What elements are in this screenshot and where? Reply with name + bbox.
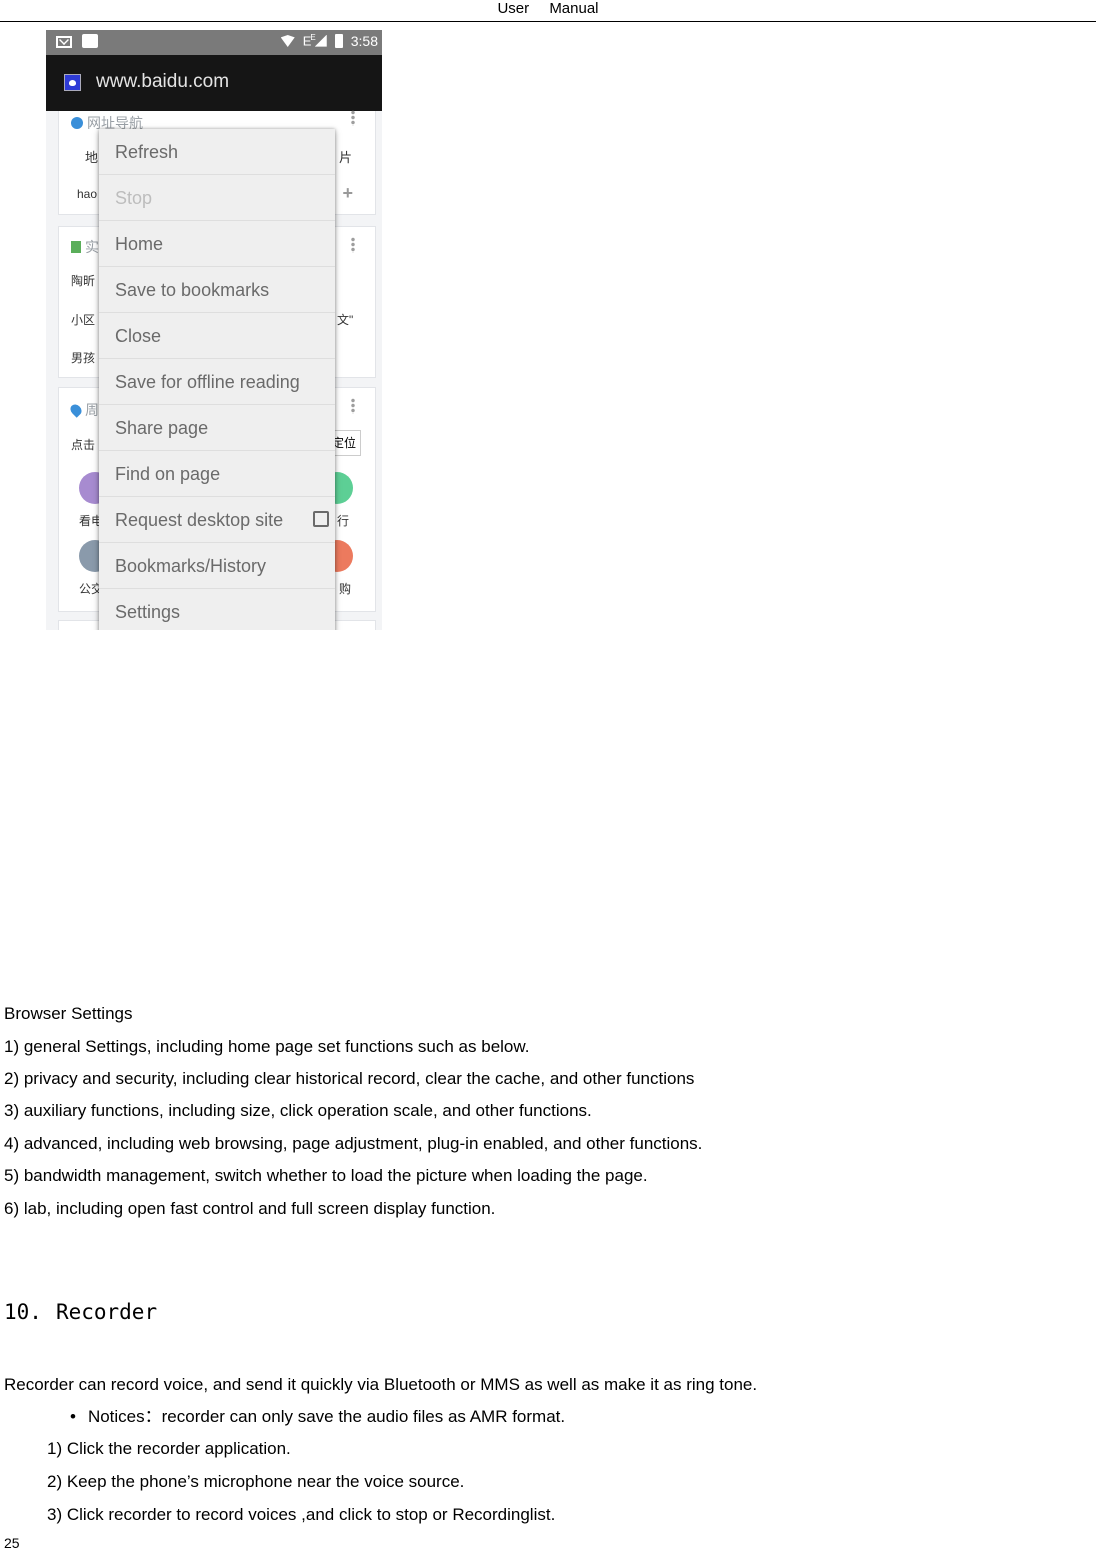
card-fragment: 陶昕: [71, 274, 96, 288]
card-fragment: 片: [339, 150, 353, 165]
add-icon[interactable]: +: [342, 183, 353, 204]
notice-text: Notices：recorder can only save the audio…: [87, 1407, 566, 1426]
menu-item-label: Request desktop site: [115, 510, 284, 530]
card-fragment: 购: [339, 582, 352, 596]
section-number: 10.: [4, 1300, 42, 1324]
browser-overflow-menu: Refresh Stop Home Save to bookmarks Clos…: [99, 129, 335, 630]
browser-settings-item: 1) general Settings, including home page…: [4, 1037, 530, 1056]
recorder-intro: Recorder can record voice, and send it q…: [4, 1375, 758, 1394]
card-title: 实: [85, 239, 99, 255]
browser-settings-item: 6) lab, including open fast control and …: [4, 1199, 496, 1218]
message-icon: [82, 34, 98, 48]
menu-item-save-to-bookmarks[interactable]: Save to bookmarks: [99, 267, 335, 313]
recorder-step: 2) Keep the phone’s microphone near the …: [47, 1472, 465, 1491]
recorder-step: 1) Click the recorder application.: [47, 1439, 291, 1458]
battery-icon: [334, 34, 343, 48]
browser-settings-item: 4) advanced, including web browsing, pag…: [4, 1134, 703, 1153]
signal-icon: EE: [303, 33, 327, 49]
menu-item-find-on-page[interactable]: Find on page: [99, 451, 335, 497]
card-fragment: 文": [337, 313, 354, 327]
menu-item-refresh[interactable]: Refresh: [99, 129, 335, 175]
recorder-notice: • Notices：recorder can only save the audi…: [70, 1407, 566, 1427]
menu-item-settings[interactable]: Settings: [99, 589, 335, 630]
mail-icon: [56, 36, 72, 48]
location-pin-icon: [68, 402, 84, 418]
browser-settings-item: 5) bandwidth management, switch whether …: [4, 1166, 648, 1185]
card-fragment: 点击: [71, 438, 96, 452]
status-bar: EE 3:58: [46, 30, 382, 55]
recorder-step: 3) Click recorder to record voices ,and …: [47, 1505, 556, 1524]
browser-settings-item: 2) privacy and security, including clear…: [4, 1069, 695, 1088]
url-bar[interactable]: www.baidu.com: [46, 55, 382, 111]
menu-item-save-offline[interactable]: Save for offline reading: [99, 359, 335, 405]
menu-item-share-page[interactable]: Share page: [99, 405, 335, 451]
menu-item-close[interactable]: Close: [99, 313, 335, 359]
menu-item-stop: Stop: [99, 175, 335, 221]
phone-screenshot: EE 3:58 www.baidu.com 网址导航 地 hao 片 + 实 陶…: [46, 30, 382, 630]
section-heading-recorder: 10. Recorder: [4, 1300, 157, 1324]
card-fragment: hao: [77, 187, 98, 201]
header-left: User: [497, 0, 530, 17]
menu-item-home[interactable]: Home: [99, 221, 335, 267]
checkbox-icon[interactable]: [313, 511, 329, 527]
header-right: Manual: [549, 0, 599, 17]
card-fragment: 小区: [71, 313, 96, 327]
url-text[interactable]: www.baidu.com: [96, 71, 229, 93]
clock: 3:58: [350, 33, 378, 49]
browser-settings-title: Browser Settings: [4, 1004, 133, 1023]
more-options-icon[interactable]: [351, 398, 355, 414]
menu-item-request-desktop-site[interactable]: Request desktop site: [99, 497, 335, 543]
card-fragment: 地: [85, 150, 99, 165]
running-header: User Manual: [0, 0, 1096, 22]
more-options-icon[interactable]: [351, 110, 355, 126]
card-fragment: 行: [337, 514, 350, 528]
document-icon: [71, 241, 81, 253]
wifi-icon: [280, 35, 295, 47]
card-title: 周: [85, 402, 99, 418]
card-fragment: 男孩: [71, 351, 96, 365]
section-title: Recorder: [55, 1300, 158, 1324]
more-options-icon[interactable]: [351, 237, 355, 253]
globe-icon: [71, 117, 83, 129]
browser-settings-item: 3) auxiliary functions, including size, …: [4, 1101, 592, 1120]
menu-item-bookmarks-history[interactable]: Bookmarks/History: [99, 543, 335, 589]
bullet-icon: •: [70, 1407, 76, 1426]
baidu-favicon-icon: [64, 74, 81, 91]
page-number: 25: [4, 1535, 20, 1551]
